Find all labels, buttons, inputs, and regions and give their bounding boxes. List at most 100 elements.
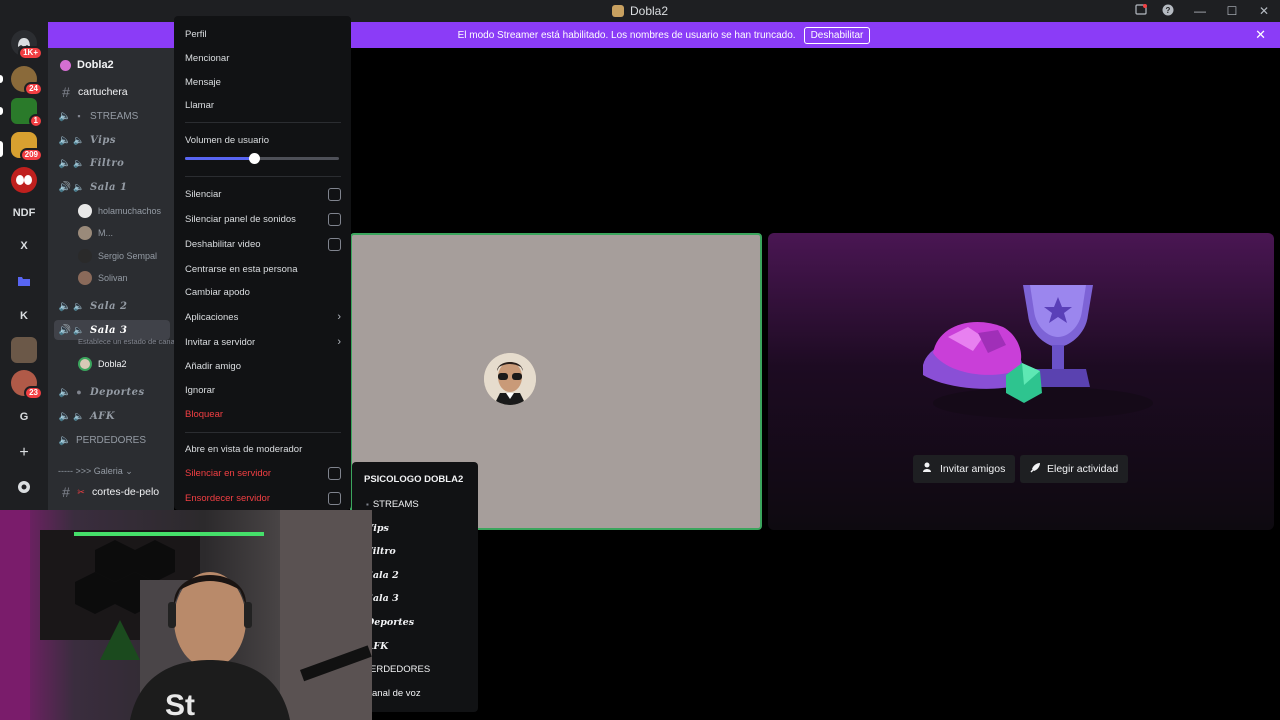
avatar xyxy=(78,204,92,218)
hash-icon: # xyxy=(62,484,70,500)
camera-icon: ▪ xyxy=(366,499,369,509)
checkbox[interactable] xyxy=(328,187,341,201)
svg-text:St: St xyxy=(165,689,195,720)
menu-item-moderador[interactable]: Abre en vista de moderador xyxy=(185,439,341,459)
menu-item-ignorar[interactable]: Ignorar xyxy=(185,380,341,400)
minimize-icon[interactable]: — xyxy=(1184,4,1216,18)
server-icon[interactable]: 23 xyxy=(11,370,43,400)
voice-user-self[interactable]: Dobla2 xyxy=(78,354,174,374)
channel-cortes-de-pelo[interactable]: # ✂ cortes-de-pelo xyxy=(48,482,174,502)
user-context-menu: Perfil Mencionar Mensaje Llamar Volumen … xyxy=(174,16,351,510)
chevron-right-icon: › xyxy=(337,336,341,348)
unread-badge: 209 xyxy=(19,148,43,162)
server-icon[interactable]: 1 xyxy=(11,98,43,128)
speaker-icon: 🔈 xyxy=(73,134,85,145)
slider-fill xyxy=(185,157,255,160)
server-k[interactable]: K xyxy=(11,303,37,329)
user-volume-slider[interactable] xyxy=(185,153,339,164)
direct-messages-icon[interactable]: 1K+ xyxy=(11,30,43,60)
streamer-webcam-overlay: St xyxy=(0,510,372,720)
menu-item-deshabilitar-video[interactable]: Deshabilitar video xyxy=(185,234,341,254)
server-g[interactable]: G xyxy=(11,404,37,430)
channel-streams[interactable]: 🔈 ▪ STREAMS xyxy=(48,106,174,126)
channel-sala-2[interactable]: 🔈 🔈 Sala 2 xyxy=(48,296,174,316)
menu-item-centrarse[interactable]: Centrarse en esta persona xyxy=(185,259,341,279)
menu-item-llamar[interactable]: Llamar xyxy=(185,95,341,115)
channel-perdedores[interactable]: 🔈 PERDEDORES xyxy=(48,430,174,450)
submenu-item-canal-de-voz[interactable]: anal de voz xyxy=(372,683,421,703)
menu-item-silenciar-sonidos[interactable]: Silenciar panel de sonidos xyxy=(185,209,341,229)
slider-handle[interactable] xyxy=(249,153,261,164)
voice-user[interactable]: Solivan xyxy=(78,268,174,288)
banner-message: El modo Streamer está habilitado. Los no… xyxy=(457,29,796,41)
svg-text:?: ? xyxy=(1166,6,1171,15)
unread-badge: 24 xyxy=(24,82,43,96)
inbox-icon[interactable] xyxy=(1130,3,1152,19)
avatar xyxy=(78,249,92,263)
unread-badge: 1K+ xyxy=(18,46,43,60)
help-icon[interactable]: ? xyxy=(1152,4,1184,19)
channel-status[interactable]: Establece un estado de canal xyxy=(78,335,174,347)
server-icon[interactable]: 209 xyxy=(11,132,43,162)
close-banner-icon[interactable]: ✕ xyxy=(1255,27,1266,43)
speaker-icon: 🔈 xyxy=(58,386,72,398)
submenu-item-streams[interactable]: ▪ STREAMS xyxy=(366,494,419,514)
speaker-icon: 🔈 xyxy=(73,157,85,168)
speaker-icon: 🔈 xyxy=(73,324,85,335)
menu-item-aplicaciones[interactable]: Aplicaciones › xyxy=(185,307,341,327)
channel-filtro[interactable]: 🔈 🔈 Filtro xyxy=(48,153,174,173)
submenu-item-perdedores[interactable]: ERDEDORES xyxy=(370,659,430,679)
guild-header[interactable]: Dobla2 xyxy=(48,48,174,82)
menu-item-mensaje[interactable]: Mensaje xyxy=(185,72,341,92)
unread-pill xyxy=(0,107,3,115)
hash-icon: # xyxy=(62,84,70,100)
speaker-active-icon: 🔊 xyxy=(58,181,72,193)
choose-activity-button[interactable]: Elegir actividad xyxy=(1020,455,1129,483)
menu-item-invitar[interactable]: Invitar a servidor › xyxy=(185,332,341,352)
menu-item-anadir-amigo[interactable]: Añadir amigo xyxy=(185,356,341,376)
discover-icon[interactable] xyxy=(11,474,37,500)
submenu-item-deportes[interactable]: Deportes xyxy=(366,612,414,632)
chevron-right-icon: › xyxy=(337,311,341,323)
maximize-icon[interactable]: ☐ xyxy=(1216,4,1248,18)
checkbox[interactable] xyxy=(328,237,341,251)
checkbox[interactable] xyxy=(328,491,341,505)
menu-item-mencionar[interactable]: Mencionar xyxy=(185,48,341,68)
server-ndf[interactable]: NDF xyxy=(11,200,37,226)
guild-name: Dobla2 xyxy=(77,59,114,71)
checkbox[interactable] xyxy=(328,466,341,480)
channel-sala-1[interactable]: 🔊 🔈 Sala 1 xyxy=(48,177,174,197)
voice-user[interactable]: M... xyxy=(78,223,174,243)
voice-user[interactable]: holamuchachos xyxy=(78,201,174,221)
checkbox[interactable] xyxy=(328,212,341,226)
submenu-title: PSICOLOGO DOBLA2 xyxy=(364,474,464,485)
channel-vips[interactable]: 🔈 🔈 Vips xyxy=(48,130,174,150)
person-add-icon xyxy=(923,462,934,476)
menu-item-cambiar-apodo[interactable]: Cambiar apodo xyxy=(185,282,341,302)
menu-item-ensordecer-servidor[interactable]: Ensordecer servidor xyxy=(185,488,341,508)
window-title-text: Dobla2 xyxy=(629,4,669,18)
speaker-icon: 🔈 xyxy=(58,410,72,422)
category-galeria[interactable]: ----- >>> Galeria ⌄ xyxy=(58,466,133,477)
unread-pill xyxy=(0,75,3,83)
channel-cartuchera[interactable]: # cartuchera xyxy=(48,82,174,102)
close-icon[interactable]: ✕ xyxy=(1248,4,1280,18)
menu-item-perfil[interactable]: Perfil xyxy=(185,24,341,44)
activity-tile: Invitar amigos Elegir actividad xyxy=(768,233,1274,530)
server-icon[interactable]: 24 xyxy=(11,66,43,96)
menu-separator xyxy=(185,122,341,123)
menu-item-silenciar-servidor[interactable]: Silenciar en servidor xyxy=(185,463,341,483)
channel-deportes[interactable]: 🔈 ● Deportes xyxy=(48,382,174,402)
server-icon[interactable] xyxy=(11,337,37,363)
voice-user[interactable]: Sergio Sempal xyxy=(78,246,174,266)
disable-streamer-button[interactable]: Deshabilitar xyxy=(803,26,871,44)
folder-icon[interactable] xyxy=(11,268,37,294)
add-server-icon[interactable]: + xyxy=(11,440,37,466)
server-x[interactable]: X xyxy=(11,233,37,259)
channel-afk[interactable]: 🔈 🔈 AFK xyxy=(48,406,174,426)
menu-item-silenciar[interactable]: Silenciar xyxy=(185,184,341,204)
spiderman-server-icon[interactable] xyxy=(11,167,37,193)
camera-icon: ▪ xyxy=(77,111,81,121)
menu-item-bloquear[interactable]: Bloquear xyxy=(185,404,341,424)
invite-friends-button[interactable]: Invitar amigos xyxy=(913,455,1016,483)
